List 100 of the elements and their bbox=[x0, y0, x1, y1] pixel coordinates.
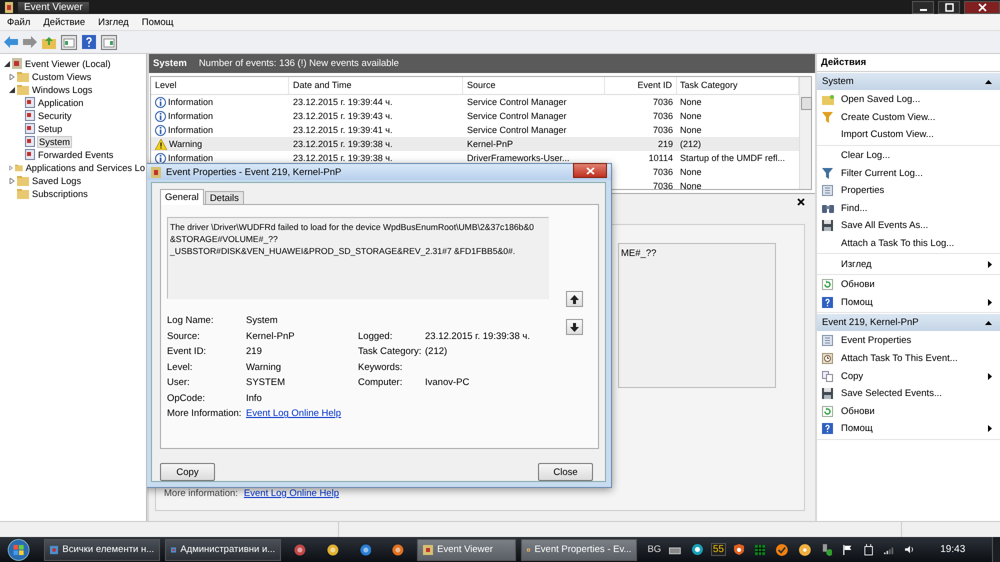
action-item[interactable]: Find... bbox=[841, 202, 992, 214]
folder-up-icon[interactable] bbox=[42, 36, 56, 48]
start-button[interactable] bbox=[6, 536, 32, 562]
field-label: Keywords: bbox=[358, 362, 404, 373]
tree-item[interactable]: Saved Logs bbox=[31, 176, 82, 186]
flag-icon[interactable] bbox=[843, 544, 853, 556]
maximize-icon bbox=[944, 2, 954, 12]
column-header[interactable]: Source bbox=[463, 77, 605, 94]
grid-icon[interactable] bbox=[755, 544, 766, 556]
menu-item[interactable]: Помощ bbox=[142, 16, 174, 28]
taskbar-button[interactable]: Event Viewer bbox=[417, 538, 516, 560]
app-icon[interactable] bbox=[692, 543, 703, 556]
tree-item[interactable]: Security bbox=[37, 110, 73, 120]
menu-item[interactable]: Файл bbox=[7, 16, 30, 28]
tree-item[interactable]: Forwarded Events bbox=[37, 150, 114, 160]
forward-icon[interactable] bbox=[23, 36, 37, 48]
log-icon bbox=[25, 97, 35, 108]
tree-item[interactable]: Setup bbox=[37, 124, 64, 134]
table-row[interactable]: Warning 23.12.2015 г. 19:39:38 ч. Kernel-PnP 219 (212) bbox=[151, 137, 799, 151]
close-button[interactable] bbox=[964, 0, 1000, 14]
table-cell: Information bbox=[168, 125, 214, 135]
next-button[interactable] bbox=[566, 319, 583, 335]
action-item[interactable]: Clear Log... bbox=[841, 150, 992, 162]
menu-item[interactable]: Изглед bbox=[98, 16, 129, 28]
clock[interactable]: 19:43 bbox=[940, 544, 966, 555]
action-item[interactable]: Помощ bbox=[841, 296, 988, 308]
help-link[interactable]: Event Log Online Help bbox=[246, 408, 342, 420]
app-icon[interactable] bbox=[360, 542, 372, 556]
keyboard-icon[interactable] bbox=[669, 544, 681, 554]
app-icon[interactable] bbox=[392, 542, 404, 556]
tab[interactable]: Details bbox=[204, 191, 244, 204]
column-header[interactable]: Level bbox=[151, 77, 289, 94]
log-icon bbox=[25, 136, 35, 147]
section-header[interactable]: System bbox=[817, 73, 1000, 90]
table-row[interactable]: Information 23.12.2015 г. 19:39:44 ч. Service Control Manager 7036 None bbox=[151, 95, 799, 109]
action-item[interactable]: Filter Current Log... bbox=[841, 168, 992, 179]
action-item[interactable]: Save All Events As... bbox=[841, 220, 992, 232]
tree-item[interactable]: Windows Logs bbox=[31, 84, 94, 94]
app-icon[interactable] bbox=[326, 542, 339, 556]
action-item[interactable]: Обнови bbox=[841, 279, 992, 290]
collapse-icon[interactable] bbox=[985, 80, 992, 84]
help-link[interactable]: Event Log Online Help bbox=[244, 488, 339, 499]
minimize-button[interactable] bbox=[912, 0, 934, 14]
action-item[interactable]: Create Custom View... bbox=[841, 112, 992, 123]
tree-item[interactable]: Event Viewer (Local) bbox=[24, 58, 112, 68]
table-cell: DriverFrameworks-User... bbox=[467, 153, 570, 163]
tree-item[interactable]: System bbox=[37, 136, 72, 148]
power-icon[interactable] bbox=[864, 543, 873, 556]
expander-icon[interactable] bbox=[9, 86, 15, 92]
close-button[interactable] bbox=[573, 163, 607, 178]
disc-icon[interactable] bbox=[798, 542, 811, 556]
tray-badge[interactable]: 55 bbox=[710, 543, 726, 556]
help-icon[interactable] bbox=[82, 35, 96, 49]
action-item[interactable]: Обнови bbox=[841, 406, 992, 417]
column-header[interactable]: Event ID bbox=[605, 77, 677, 94]
language-indicator[interactable]: BG bbox=[647, 544, 662, 555]
action-item[interactable]: Save Selected Events... bbox=[841, 388, 992, 400]
action-item[interactable]: Attach a Task To this Log... bbox=[841, 238, 992, 250]
table-row[interactable]: Information 23.12.2015 г. 19:39:43 ч. Service Control Manager 7036 None bbox=[151, 109, 799, 123]
action-item[interactable]: Изглед bbox=[841, 258, 988, 270]
copy-button[interactable]: Copy bbox=[160, 463, 215, 481]
menu-item[interactable]: Действие bbox=[43, 16, 86, 28]
app-icon[interactable] bbox=[294, 542, 306, 556]
table-row[interactable]: Information 23.12.2015 г. 19:39:41 ч. Service Control Manager 7036 None bbox=[151, 123, 799, 137]
check-icon[interactable] bbox=[776, 542, 788, 556]
shield-icon[interactable] bbox=[734, 543, 744, 556]
scrollbar[interactable] bbox=[799, 77, 811, 189]
tab[interactable]: General bbox=[160, 189, 204, 205]
taskbar-button[interactable]: Всички елементи н... bbox=[44, 538, 160, 560]
action-item[interactable]: Event Properties bbox=[841, 335, 992, 346]
message-text: The driver \Driver\WUDFRd failed to load for the device WpdBusEnumRoot\UMB\2&37c186b&0 &STORAGE#VOLUME#_??_USBSTOR#DISK&VEN_HUAWEI&PROD_SD_STORAGE&REV_2.31#7 &FD1FBB5&0#. bbox=[167, 217, 549, 299]
close-button[interactable]: Close bbox=[538, 463, 593, 481]
column-header[interactable]: Date and Time bbox=[289, 77, 463, 94]
pane-icon[interactable] bbox=[101, 34, 117, 50]
action-item[interactable]: Copy bbox=[841, 370, 988, 382]
maximize-button[interactable] bbox=[938, 0, 960, 14]
tree-item[interactable]: Application bbox=[37, 98, 84, 108]
action-item[interactable]: Properties bbox=[841, 185, 992, 196]
action-item[interactable]: Open Saved Log... bbox=[841, 94, 992, 106]
close-icon[interactable] bbox=[797, 198, 805, 206]
action-item[interactable]: Import Custom View... bbox=[841, 129, 992, 140]
taskbar-button[interactable]: Административни и... bbox=[165, 538, 282, 560]
volume-icon[interactable] bbox=[905, 544, 914, 555]
pane-icon[interactable] bbox=[61, 34, 77, 50]
app-icon bbox=[50, 544, 58, 554]
tree-item[interactable]: Custom Views bbox=[31, 72, 92, 82]
table-cell: None bbox=[680, 97, 702, 107]
signal-icon[interactable] bbox=[884, 544, 894, 554]
back-icon[interactable] bbox=[4, 36, 18, 48]
tree-item[interactable]: Subscriptions bbox=[31, 188, 89, 198]
section-header[interactable]: Event 219, Kernel-PnP bbox=[817, 314, 1000, 332]
collapse-icon[interactable] bbox=[985, 320, 992, 325]
taskbar-button[interactable]: Event Properties - Ev... bbox=[521, 538, 638, 560]
action-item[interactable]: Помощ bbox=[841, 423, 988, 434]
tree-item[interactable]: Applications and Services Lo bbox=[24, 162, 146, 172]
table-cell: 10114 bbox=[648, 153, 673, 163]
app-icon bbox=[4, 2, 14, 12]
previous-button[interactable] bbox=[566, 291, 583, 307]
expander-icon[interactable] bbox=[4, 60, 10, 66]
action-item[interactable]: Attach Task To This Event... bbox=[841, 353, 992, 364]
